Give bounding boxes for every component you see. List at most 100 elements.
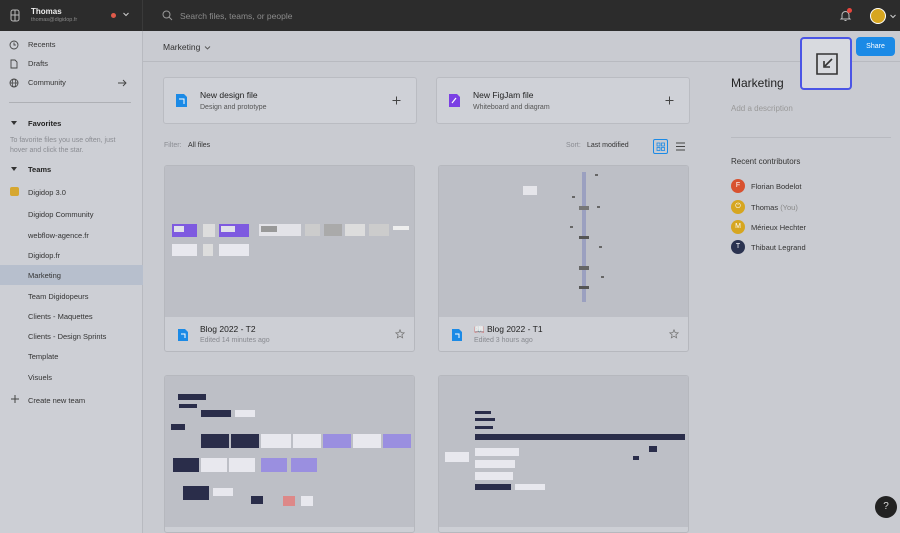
main-header: Marketing Share — [143, 31, 900, 62]
team-item-digidop-3[interactable]: Digidop 3.0 — [0, 182, 143, 202]
file-card[interactable]: 📖 Blog 2022 - T1 Edited 3 hours ago — [438, 165, 689, 352]
create-team-button[interactable]: Create new team — [0, 390, 143, 410]
triangle-down-icon — [11, 167, 17, 171]
plus-icon — [665, 96, 674, 105]
team-item-clients-design-sprints[interactable]: Clients - Design Sprints — [0, 326, 143, 346]
filter-dropdown[interactable]: All files — [188, 142, 210, 149]
team-item-template[interactable]: Template — [0, 346, 143, 366]
design-file-icon — [452, 329, 462, 341]
team-item-label: Digidop.fr — [28, 251, 61, 260]
share-button[interactable]: Share — [856, 37, 895, 56]
sidebar-item-label: Recents — [28, 40, 56, 49]
teams-section-toggle[interactable]: Teams — [0, 163, 143, 177]
grid-icon — [656, 142, 665, 151]
clock-icon — [9, 40, 19, 50]
avatar[interactable] — [870, 8, 886, 24]
sidebar-item-recents[interactable]: Recents — [0, 36, 143, 54]
figma-logo-icon — [10, 9, 20, 22]
design-file-icon — [178, 329, 188, 341]
team-item-marketing[interactable]: Marketing — [0, 265, 143, 285]
divider — [9, 102, 131, 103]
new-design-file-subtitle: Design and prototype — [200, 104, 267, 111]
contributor-item[interactable]: F Florian Bodelot — [731, 179, 891, 195]
new-figjam-file-subtitle: Whiteboard and diagram — [473, 104, 550, 111]
sidebar: Recents Drafts Community Favorites To fa… — [0, 31, 143, 533]
favorites-section-toggle[interactable]: Favorites — [0, 117, 143, 131]
chevron-down-icon[interactable] — [889, 12, 897, 20]
import-file-button[interactable] — [800, 37, 852, 90]
sidebar-item-label: Community — [28, 78, 66, 87]
new-figjam-file-title: New FigJam file — [473, 90, 534, 100]
divider — [731, 137, 891, 138]
plus-icon — [392, 96, 401, 105]
chevron-down-icon[interactable] — [122, 10, 130, 18]
search-input[interactable] — [180, 8, 480, 23]
star-icon[interactable] — [669, 329, 679, 339]
avatar: F — [731, 179, 745, 193]
avatar: M — [731, 220, 745, 234]
top-bar: Thomas thomas@digidop.fr — [0, 0, 900, 31]
arrow-right-icon[interactable] — [117, 78, 127, 88]
sidebar-item-drafts[interactable]: Drafts — [0, 55, 143, 73]
file-card[interactable] — [164, 375, 415, 533]
thumbnail-preview — [523, 172, 604, 302]
team-item-label: Team Digidopeurs — [28, 292, 89, 301]
breadcrumb[interactable]: Marketing — [163, 42, 200, 52]
file-thumbnail — [439, 166, 688, 317]
help-button[interactable]: ? — [875, 496, 897, 518]
favorites-hint: To favorite files you use often, just ho… — [10, 137, 116, 154]
grid-view-button[interactable] — [653, 139, 668, 154]
file-edited-time: Edited 3 hours ago — [474, 337, 533, 344]
search-icon — [162, 10, 173, 21]
contributor-item[interactable]: T Thibaut Legrand — [731, 240, 891, 256]
thumbnail-preview — [172, 224, 409, 256]
avatar: T — [731, 240, 745, 254]
team-icon — [10, 187, 19, 196]
figjam-file-icon — [449, 94, 460, 107]
team-item-team-digidopeurs[interactable]: Team Digidopeurs — [0, 286, 143, 306]
file-card[interactable] — [438, 375, 689, 533]
team-item-clients-maquettes[interactable]: Clients - Maquettes — [0, 306, 143, 326]
contributor-item[interactable]: ⏻ Thomas (You) — [731, 200, 891, 216]
team-item-digidop-fr[interactable]: Digidop.fr — [0, 245, 143, 265]
file-card[interactable]: Blog 2022 - T2 Edited 14 minutes ago — [164, 165, 415, 352]
globe-icon — [9, 78, 19, 88]
plus-icon — [11, 395, 19, 403]
sidebar-item-label: Drafts — [28, 59, 49, 68]
sidebar-item-community[interactable]: Community — [0, 74, 143, 92]
status-dot — [111, 13, 116, 18]
account-switcher[interactable]: Thomas thomas@digidop.fr — [0, 0, 143, 31]
sort-label: Sort: — [566, 142, 581, 149]
list-view-button[interactable] — [673, 139, 688, 154]
team-item-visuels[interactable]: Visuels — [0, 367, 143, 387]
team-item-label: Digidop 3.0 — [28, 188, 66, 197]
description-field[interactable]: Add a description — [731, 104, 793, 113]
chevron-down-icon[interactable] — [204, 44, 211, 51]
team-item-label: Template — [28, 352, 59, 361]
contributor-name: Thibaut Legrand — [751, 243, 806, 252]
import-icon — [816, 53, 838, 75]
file-name: Blog 2022 - T2 — [200, 324, 256, 334]
favorites-heading: Favorites — [28, 119, 62, 128]
contributor-name: Mérieux Hechter — [751, 223, 807, 232]
new-design-file-card[interactable]: New design file Design and prototype — [163, 77, 417, 124]
file-edited-time: Edited 14 minutes ago — [200, 337, 270, 344]
file-thumbnail — [165, 166, 414, 317]
teams-heading: Teams — [28, 165, 52, 174]
user-name: Thomas — [31, 7, 62, 16]
contributor-item[interactable]: M Mérieux Hechter — [731, 220, 891, 236]
sort-dropdown[interactable]: Last modified — [587, 142, 629, 149]
user-email: thomas@digidop.fr — [31, 17, 78, 23]
team-item-label: Clients - Design Sprints — [28, 332, 107, 341]
list-icon — [676, 142, 685, 151]
star-icon[interactable] — [395, 329, 405, 339]
team-title: Marketing — [731, 76, 784, 90]
team-item-webflow-agence[interactable]: webflow-agence.fr — [0, 225, 143, 245]
filter-label: Filter: — [164, 142, 182, 149]
file-icon — [10, 59, 18, 69]
new-figjam-file-card[interactable]: New FigJam file Whiteboard and diagram — [436, 77, 690, 124]
new-design-file-title: New design file — [200, 90, 258, 100]
team-item-label: Marketing — [28, 271, 61, 280]
team-item-label: Digidop Community — [28, 210, 94, 219]
team-item-digidop-community[interactable]: Digidop Community — [0, 204, 143, 224]
